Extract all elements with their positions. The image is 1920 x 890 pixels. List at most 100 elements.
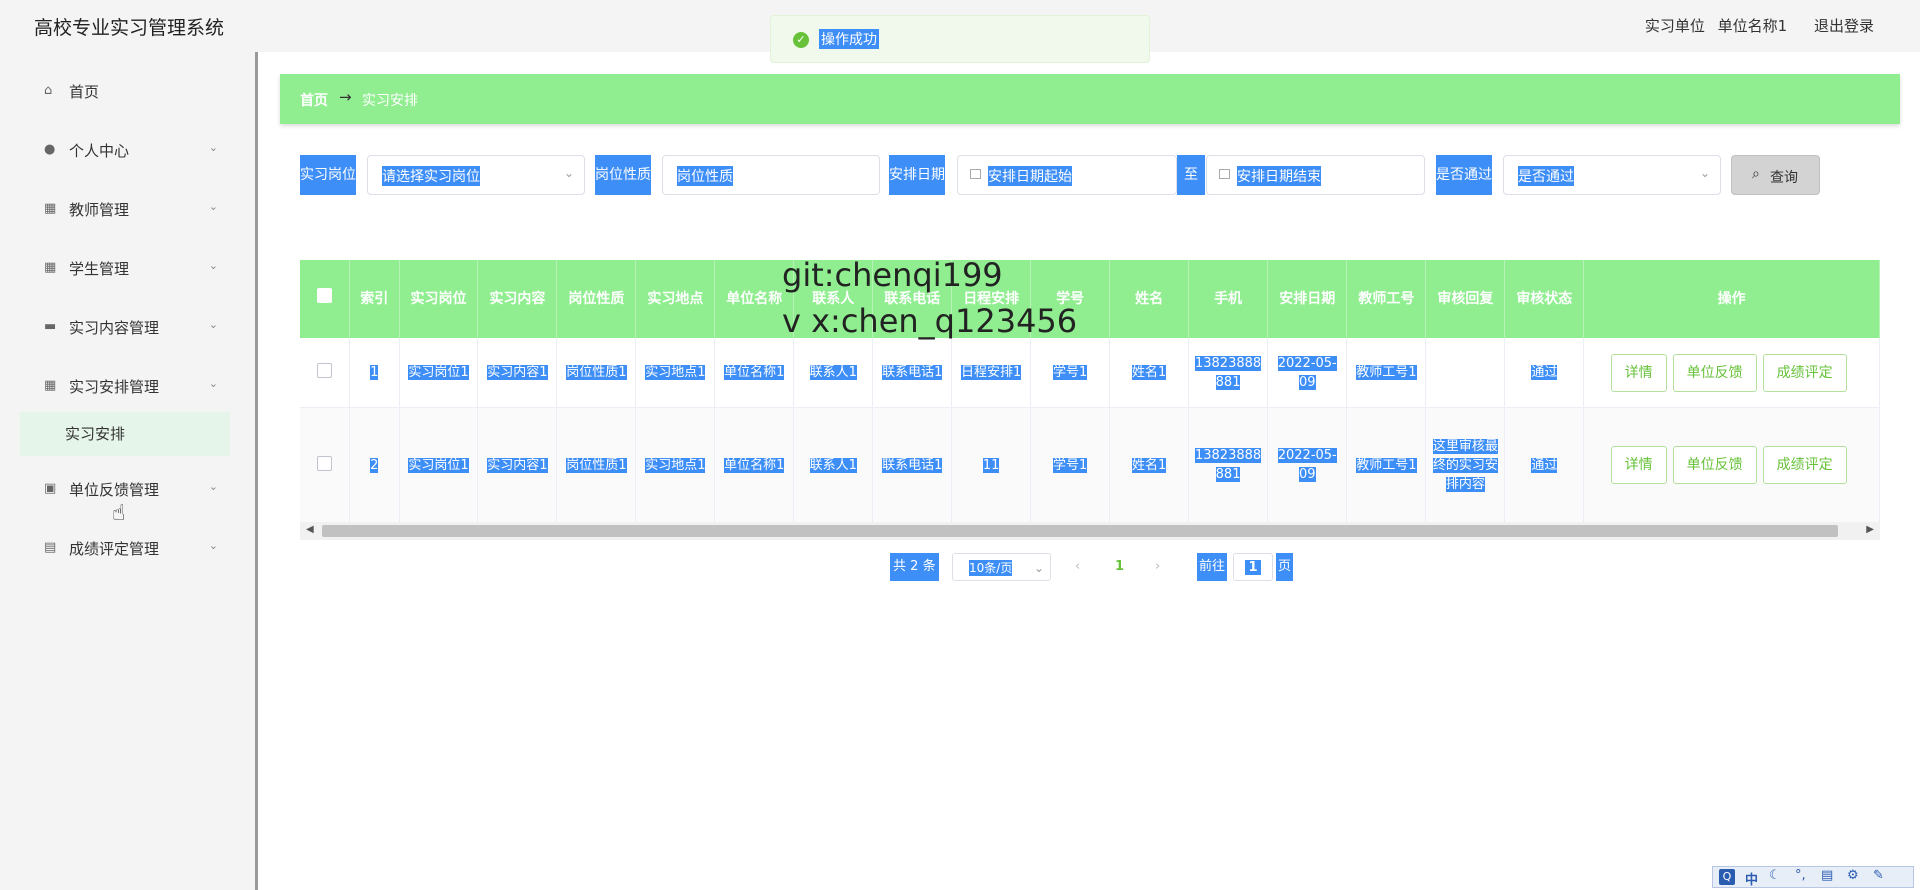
chevron-down-icon: ⌄ bbox=[208, 377, 218, 390]
cell-text: 1 bbox=[370, 365, 379, 380]
table-cell: 学号1 bbox=[1030, 338, 1111, 408]
page-size-select[interactable]: 10条/页 ⌄ bbox=[952, 553, 1051, 581]
goto-suffix: 页 bbox=[1276, 553, 1294, 581]
ime-mode[interactable]: 中 bbox=[1745, 869, 1758, 888]
sidebar-item-home[interactable]: ⌂ 首页 bbox=[20, 62, 230, 121]
date-end-input[interactable]: 安排日期结束 bbox=[1206, 155, 1425, 195]
table-cell bbox=[1425, 338, 1506, 408]
position-select[interactable]: 请选择实习岗位 ⌄ bbox=[367, 155, 585, 195]
wrench-icon[interactable]: ✎ bbox=[1873, 868, 1884, 883]
row-checkbox[interactable] bbox=[317, 455, 332, 471]
cell-text: 实习内容1 bbox=[487, 457, 548, 473]
hand-cursor-icon: ☝ bbox=[112, 501, 126, 526]
printer-icon: ▤ bbox=[44, 540, 57, 555]
column-header[interactable]: 索引 bbox=[349, 260, 400, 338]
column-header[interactable]: 安排日期 bbox=[1267, 260, 1348, 338]
logout-link[interactable]: 退出登录 bbox=[1814, 17, 1874, 35]
cell-text: 单位名称1 bbox=[724, 457, 785, 473]
page-number-current[interactable]: 1 bbox=[1115, 553, 1124, 581]
date-start-input[interactable]: 安排日期起始 bbox=[957, 155, 1177, 195]
sidebar-item-label: 单位反馈管理 bbox=[69, 481, 160, 499]
nature-input[interactable]: 岗位性质 bbox=[662, 155, 880, 195]
nature-label: 岗位性质 bbox=[595, 155, 651, 195]
settings-icon[interactable]: ⚙ bbox=[1847, 868, 1859, 883]
column-header[interactable]: 教师工号 bbox=[1346, 260, 1427, 338]
scrollbar-thumb[interactable] bbox=[322, 525, 1838, 537]
sidebar-item-arrangement[interactable]: ▦ 实习安排管理 ⌄ bbox=[20, 357, 230, 416]
cell-text: 实习地点1 bbox=[645, 365, 706, 380]
query-button[interactable]: ⌕ 查询 bbox=[1731, 155, 1820, 195]
arrow-right-icon: → bbox=[339, 88, 352, 106]
goto-page-input[interactable]: 1 bbox=[1233, 553, 1273, 581]
table-cell: 姓名1 bbox=[1109, 338, 1190, 408]
table-cell: 实习岗位1 bbox=[399, 407, 479, 523]
sidebar-item-grades[interactable]: ▤ 成绩评定管理 ⌄ bbox=[20, 519, 230, 578]
column-header[interactable]: 岗位性质 bbox=[556, 260, 637, 338]
chevron-down-icon: ⌄ bbox=[563, 166, 574, 180]
feedback-button[interactable]: 单位反馈 bbox=[1672, 353, 1757, 392]
next-page-icon[interactable]: › bbox=[1155, 553, 1160, 581]
calendar-icon bbox=[970, 169, 981, 179]
page-size-value: 10条/页 bbox=[969, 560, 1013, 576]
prev-page-icon[interactable]: ‹ bbox=[1075, 553, 1080, 581]
table-cell: 实习岗位1 bbox=[399, 338, 479, 408]
column-header[interactable]: 实习地点 bbox=[635, 260, 716, 338]
column-header[interactable]: 审核回复 bbox=[1425, 260, 1506, 338]
cell-text: 实习地点1 bbox=[645, 457, 706, 473]
table-cell: 实习地点1 bbox=[635, 407, 716, 523]
ime-toolbar[interactable]: Q 中 ☾ °, ▤ ⚙ ✎ bbox=[1712, 866, 1914, 888]
sidebar-subitem-arrangement[interactable]: 实习安排 bbox=[20, 412, 230, 456]
row-checkbox[interactable] bbox=[317, 363, 332, 378]
pass-select[interactable]: 是否通过 ⌄ bbox=[1503, 155, 1721, 195]
watermark-line1: git:chenqi199 bbox=[782, 256, 1003, 294]
scroll-right-icon[interactable]: ▶ bbox=[1866, 524, 1874, 535]
cell-text: 13823888881 bbox=[1194, 355, 1262, 390]
grade-button[interactable]: 成绩评定 bbox=[1762, 446, 1847, 484]
scroll-left-icon[interactable]: ◀ bbox=[306, 524, 314, 535]
sidebar-item-profile[interactable]: ● 个人中心 ⌄ bbox=[20, 121, 230, 180]
cell-text: 实习内容1 bbox=[487, 365, 548, 380]
detail-button[interactable]: 详情 bbox=[1610, 353, 1667, 392]
horizontal-scrollbar[interactable]: ◀ ▶ bbox=[300, 522, 1880, 540]
data-table: 索引 实习岗位 实习内容 岗位性质 实习地点 单位名称 联系人 联系电话 日程安… bbox=[300, 260, 1880, 540]
table-cell: 单位名称1 bbox=[714, 407, 795, 523]
column-header[interactable]: 姓名 bbox=[1109, 260, 1190, 338]
moon-icon[interactable]: ☾ bbox=[1769, 868, 1781, 883]
cell-text: 联系人1 bbox=[809, 457, 857, 473]
query-button-label: 查询 bbox=[1770, 170, 1798, 186]
column-header[interactable]: 手机 bbox=[1188, 260, 1269, 338]
table-cell: 姓名1 bbox=[1109, 407, 1190, 523]
column-header[interactable]: 审核状态 bbox=[1504, 260, 1585, 338]
detail-button[interactable]: 详情 bbox=[1610, 446, 1667, 484]
sidebar-item-students[interactable]: ▦ 学生管理 ⌄ bbox=[20, 239, 230, 298]
table-cell: 岗位性质1 bbox=[556, 407, 637, 523]
table-row[interactable]: 1 实习岗位1 实习内容1 岗位性质1 实习地点1 单位名称1 联系人1 联系电… bbox=[300, 338, 1880, 408]
keyboard-icon[interactable]: ▤ bbox=[1821, 868, 1833, 883]
sidebar-item-label: 成绩评定管理 bbox=[69, 540, 160, 558]
cell-text: 姓名1 bbox=[1131, 365, 1167, 380]
cell-text: 教师工号1 bbox=[1356, 457, 1417, 473]
feedback-button[interactable]: 单位反馈 bbox=[1672, 446, 1757, 484]
sidebar-item-teachers[interactable]: ▦ 教师管理 ⌄ bbox=[20, 180, 230, 239]
grid-icon: ▦ bbox=[44, 260, 57, 275]
column-header[interactable]: 实习岗位 bbox=[399, 260, 479, 338]
table-cell: 13823888881 bbox=[1188, 407, 1269, 523]
breadcrumb-home[interactable]: 首页 bbox=[300, 90, 328, 110]
table-row[interactable]: 2 实习岗位1 实习内容1 岗位性质1 实习地点1 单位名称1 联系人1 联系电… bbox=[300, 407, 1880, 523]
column-header[interactable]: 实习内容 bbox=[477, 260, 558, 338]
punctuation-icon[interactable]: °, bbox=[1795, 868, 1806, 883]
user-area: 实习单位 单位名称1 退出登录 bbox=[1631, 15, 1874, 36]
select-all-checkbox[interactable] bbox=[317, 288, 332, 303]
user-role: 实习单位 bbox=[1644, 17, 1705, 35]
sidebar-item-content[interactable]: ▬ 实习内容管理 ⌄ bbox=[20, 298, 230, 357]
chevron-down-icon: ⌄ bbox=[1699, 166, 1710, 180]
watermark-line2: v x:chen_q123456 bbox=[782, 302, 1078, 340]
breadcrumb-current: 实习安排 bbox=[362, 93, 418, 109]
sidebar-item-label: 教师管理 bbox=[69, 201, 130, 219]
toast-message: 操作成功 bbox=[819, 29, 879, 49]
status-text: 通过 bbox=[1531, 457, 1558, 473]
table-cell: 联系电话1 bbox=[872, 407, 953, 523]
date-start-placeholder: 安排日期起始 bbox=[988, 166, 1072, 186]
grade-button[interactable]: 成绩评定 bbox=[1762, 353, 1847, 392]
table-cell: 1 bbox=[349, 338, 400, 408]
